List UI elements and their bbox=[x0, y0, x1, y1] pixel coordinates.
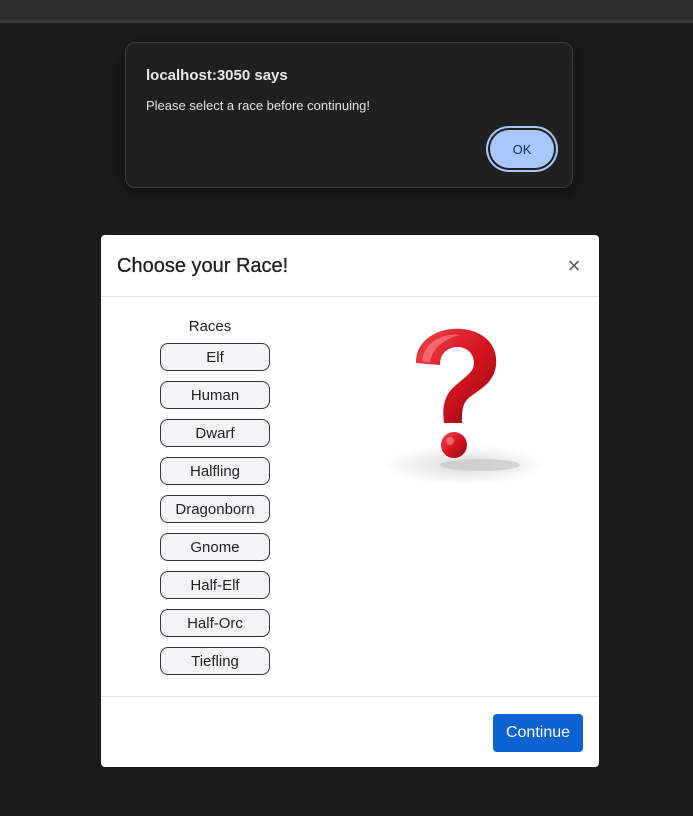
race-button-tiefling[interactable]: Tiefling bbox=[160, 647, 270, 675]
alert-dialog: localhost:3050 says Please select a race… bbox=[125, 42, 573, 188]
race-button-half-orc[interactable]: Half-Orc bbox=[160, 609, 270, 637]
modal-title: Choose your Race! bbox=[117, 255, 289, 277]
modal-header: Choose your Race! × bbox=[101, 235, 599, 297]
race-button-half-elf[interactable]: Half-Elf bbox=[160, 571, 270, 599]
race-button-dwarf[interactable]: Dwarf bbox=[160, 419, 270, 447]
race-button-human[interactable]: Human bbox=[160, 381, 270, 409]
browser-top-bar bbox=[0, 0, 693, 23]
race-button-gnome[interactable]: Gnome bbox=[160, 533, 270, 561]
continue-button[interactable]: Continue bbox=[493, 714, 583, 752]
question-mark-icon bbox=[382, 328, 546, 485]
modal-footer: Continue bbox=[101, 696, 599, 767]
alert-message: Please select a race before continuing! bbox=[146, 98, 371, 113]
race-modal: Choose your Race! × Races Elf Human Dwar… bbox=[101, 235, 599, 767]
race-button-halfling[interactable]: Halfling bbox=[160, 457, 270, 485]
race-button-dragonborn[interactable]: Dragonborn bbox=[160, 495, 270, 523]
alert-ok-button[interactable]: OK bbox=[490, 130, 554, 168]
page-backdrop: localhost:3050 says Please select a race… bbox=[0, 23, 693, 816]
races-heading: Races bbox=[188, 318, 232, 335]
close-icon: × bbox=[567, 253, 581, 278]
race-list: Elf Human Dwarf Halfling Dragonborn Gnom… bbox=[160, 343, 270, 685]
race-button-elf[interactable]: Elf bbox=[160, 343, 270, 371]
alert-title: localhost:3050 says bbox=[146, 67, 288, 84]
close-button[interactable]: × bbox=[565, 255, 583, 277]
